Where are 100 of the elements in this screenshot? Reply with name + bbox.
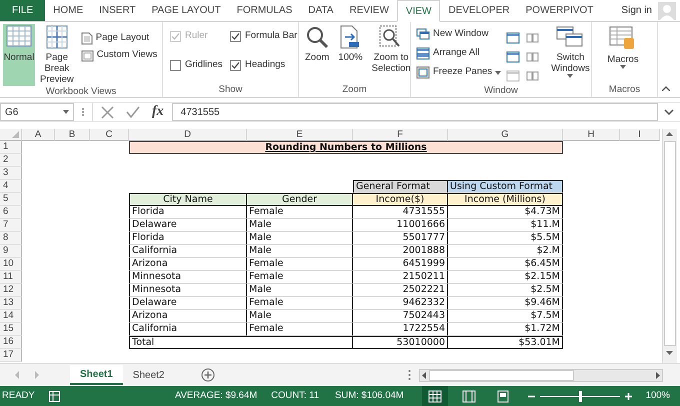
window-button[interactable]: Freeze Panes bbox=[414, 63, 504, 82]
row-header[interactable]: 15 bbox=[0, 323, 22, 336]
column-header[interactable]: E bbox=[247, 129, 353, 141]
row-header[interactable]: 9 bbox=[0, 245, 22, 258]
ribbon-tab[interactable]: INSERT bbox=[91, 0, 144, 21]
column-header[interactable]: H bbox=[563, 129, 620, 141]
splitter-icon[interactable] bbox=[408, 370, 411, 380]
side-by-side-icon[interactable] bbox=[526, 50, 540, 62]
row-header[interactable]: 11 bbox=[0, 271, 22, 284]
scrollbar-thumb[interactable] bbox=[664, 141, 676, 346]
table-cell: California bbox=[129, 245, 247, 258]
row-header[interactable]: 1 bbox=[0, 141, 22, 154]
sheet-tab[interactable]: Sheet2 bbox=[122, 365, 174, 385]
table-cell: 2001888 bbox=[353, 245, 448, 258]
row-header[interactable]: 8 bbox=[0, 232, 22, 245]
name-box[interactable]: G6 bbox=[0, 103, 74, 121]
enter-icon[interactable] bbox=[126, 106, 140, 118]
frame-icon bbox=[80, 50, 94, 62]
table-cell: 5501777 bbox=[353, 232, 448, 245]
ribbon-tab[interactable]: POWERPIVOT bbox=[518, 0, 602, 21]
collapse-icon[interactable] bbox=[662, 86, 670, 91]
table-cell: Female bbox=[247, 297, 353, 310]
group-label: Zoom bbox=[341, 84, 368, 96]
row-header[interactable]: 10 bbox=[0, 258, 22, 271]
status-summary: COUNT: 11 bbox=[271, 388, 320, 403]
ribbon-tab[interactable]: DEVELOPER bbox=[440, 0, 518, 21]
table-cell: 7502443 bbox=[353, 310, 448, 323]
column-header[interactable]: A bbox=[22, 129, 55, 141]
caret-icon bbox=[63, 110, 69, 114]
ribbon-tab[interactable]: HOME bbox=[45, 0, 92, 21]
add-sheet-icon[interactable] bbox=[200, 368, 214, 382]
column-header[interactable]: G bbox=[448, 129, 563, 141]
side-by-side-icon[interactable] bbox=[526, 70, 540, 82]
table-cell: 6451999 bbox=[353, 258, 448, 271]
expand-icon[interactable] bbox=[664, 109, 674, 115]
side-by-side-icon[interactable] bbox=[526, 32, 540, 44]
grid-icon bbox=[6, 25, 32, 49]
view-button[interactable]: Normal bbox=[3, 24, 35, 86]
document-icon bbox=[80, 32, 93, 45]
scrollbar-thumb[interactable] bbox=[429, 370, 574, 380]
view-button[interactable]: Custom Views bbox=[78, 47, 160, 64]
zoom-level[interactable]: 100% bbox=[646, 388, 670, 404]
switch-windows-button[interactable]: Switch Windows bbox=[549, 24, 592, 85]
window-pane-icon[interactable] bbox=[506, 32, 520, 44]
table-cell: 4731555 bbox=[353, 206, 448, 219]
zoom-button[interactable]: Zoom to Selection bbox=[368, 24, 414, 84]
table-header-cell: General Format bbox=[353, 180, 448, 193]
column-header[interactable]: C bbox=[90, 129, 129, 141]
switch-windows-icon bbox=[556, 25, 584, 49]
window-button[interactable]: New Window bbox=[414, 25, 504, 44]
checkbox[interactable]: Formula Bar bbox=[230, 27, 300, 46]
ribbon-tab[interactable]: REVIEW bbox=[341, 0, 397, 21]
window-pane-icon[interactable] bbox=[506, 50, 520, 62]
ribbon-tab[interactable]: PAGE LAYOUT bbox=[144, 0, 229, 21]
table-cell: $6.45M bbox=[448, 258, 563, 271]
group-label: Workbook Views bbox=[44, 86, 118, 98]
zoom-button[interactable]: Zoom bbox=[302, 24, 332, 84]
macro-sheet-icon bbox=[609, 25, 637, 51]
table-cell: Male bbox=[247, 284, 353, 297]
row-header[interactable]: 5 bbox=[0, 193, 22, 206]
checkbox[interactable]: Headings bbox=[230, 56, 300, 74]
table-header-cell: Income($) bbox=[353, 193, 448, 206]
row-header[interactable]: 16 bbox=[0, 336, 22, 349]
zoom-button[interactable]: 100% bbox=[335, 24, 366, 84]
window-button[interactable]: Arrange All bbox=[414, 44, 504, 63]
ribbon-tab[interactable]: VIEW bbox=[396, 0, 440, 22]
checkbox[interactable]: Gridlines bbox=[170, 56, 230, 74]
ribbon-tab[interactable]: DATA bbox=[300, 0, 342, 21]
row-header[interactable]: 12 bbox=[0, 284, 22, 297]
table-cell: $4.73M bbox=[448, 206, 563, 219]
row-header[interactable]: 6 bbox=[0, 206, 22, 219]
sheet-tab[interactable]: Sheet1 bbox=[70, 365, 123, 385]
formula-input[interactable]: 4731555 bbox=[172, 103, 658, 121]
page-arrow-icon bbox=[339, 25, 362, 49]
file-tab[interactable]: FILE bbox=[0, 0, 46, 21]
group-label: Window bbox=[483, 85, 519, 97]
view-button[interactable] bbox=[422, 386, 448, 406]
cancel-icon[interactable] bbox=[101, 106, 114, 118]
column-header[interactable]: B bbox=[55, 129, 90, 141]
row-header[interactable]: 4 bbox=[0, 180, 22, 193]
row-header[interactable]: 17 bbox=[0, 349, 22, 362]
column-header[interactable]: F bbox=[353, 129, 448, 141]
table-cell: Female bbox=[247, 323, 353, 336]
row-header[interactable]: 7 bbox=[0, 219, 22, 232]
insert-function-button[interactable]: fx bbox=[152, 104, 164, 120]
table-cell: Male bbox=[247, 232, 353, 245]
column-header[interactable]: D bbox=[129, 129, 247, 141]
sign-in-link[interactable]: Sign in bbox=[621, 0, 652, 21]
zoom-in-icon[interactable] bbox=[624, 392, 632, 400]
row-header[interactable]: 3 bbox=[0, 167, 22, 180]
view-button[interactable]: Page Break Preview bbox=[38, 24, 76, 86]
freeze-icon bbox=[416, 66, 430, 79]
row-header[interactable]: 2 bbox=[0, 154, 22, 167]
macros-button[interactable]: Macros bbox=[595, 24, 651, 84]
scroll-right-icon[interactable] bbox=[653, 370, 662, 380]
view-button[interactable]: Page Layout bbox=[78, 30, 160, 47]
row-header[interactable]: 14 bbox=[0, 310, 22, 323]
row-header[interactable]: 13 bbox=[0, 297, 22, 310]
column-header[interactable]: I bbox=[620, 129, 660, 141]
ribbon-tab[interactable]: FORMULAS bbox=[228, 0, 300, 21]
